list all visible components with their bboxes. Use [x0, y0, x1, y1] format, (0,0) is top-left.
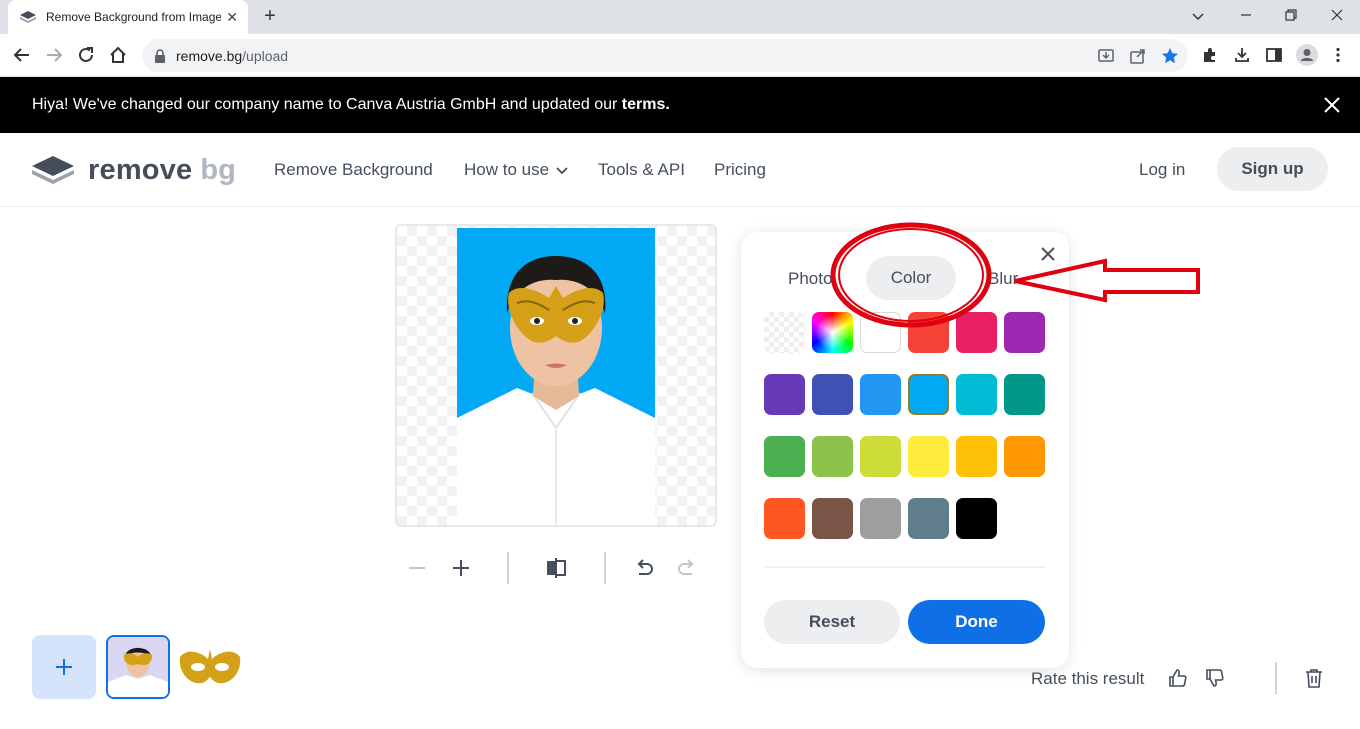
restore-icon[interactable] [1279, 4, 1303, 28]
compare-icon[interactable] [544, 556, 568, 580]
tab-search-icon[interactable] [1186, 4, 1210, 28]
edited-portrait-image [457, 228, 655, 525]
side-panel-icon[interactable] [1265, 46, 1283, 64]
thumbs-down-icon[interactable] [1204, 667, 1226, 689]
color-swatch[interactable] [860, 374, 901, 415]
background-panel: Photo Color Blur Reset Done [741, 232, 1069, 668]
color-swatch[interactable] [764, 436, 805, 477]
browser-tab[interactable]: Remove Background from Image ✕ [8, 0, 248, 34]
color-swatch[interactable] [860, 312, 901, 353]
color-swatch[interactable] [764, 498, 805, 539]
thumbnail-mask[interactable] [178, 635, 242, 699]
color-swatch[interactable] [956, 436, 997, 477]
nav-remove-background[interactable]: Remove Background [274, 160, 433, 180]
new-tab-button[interactable]: + [258, 4, 282, 28]
controls-divider [507, 552, 509, 584]
share-icon[interactable] [1129, 47, 1147, 65]
image-preview [395, 224, 717, 527]
nav-how-to-use[interactable]: How to use [464, 160, 568, 180]
color-swatch[interactable] [812, 436, 853, 477]
color-swatch[interactable] [956, 498, 997, 539]
login-link[interactable]: Log in [1139, 160, 1185, 180]
zoom-in-icon[interactable] [449, 556, 473, 580]
redo-icon[interactable] [675, 556, 699, 580]
color-swatch[interactable] [812, 498, 853, 539]
reload-icon[interactable] [75, 44, 97, 66]
panel-close-icon[interactable] [1038, 244, 1058, 264]
color-swatch[interactable] [956, 374, 997, 415]
notice-banner: Hiya! We've changed our company name to … [0, 77, 1360, 133]
zoom-out-icon[interactable] [405, 556, 429, 580]
url-text: remove.bg/upload [176, 47, 289, 64]
color-swatch[interactable] [908, 436, 949, 477]
nav-tools-api[interactable]: Tools & API [598, 160, 685, 180]
thumbnail-portrait[interactable] [106, 635, 170, 699]
bookmark-star-icon[interactable] [1161, 47, 1179, 65]
removebg-favicon-icon [20, 11, 36, 23]
color-swatch[interactable] [812, 374, 853, 415]
color-swatch[interactable] [908, 374, 949, 415]
banner-message: Hiya! We've changed our company name to … [32, 96, 670, 113]
nav-pricing[interactable]: Pricing [714, 160, 766, 180]
tab-blur[interactable]: Blur [988, 269, 1018, 289]
logo-layers-icon [32, 156, 74, 184]
forward-icon[interactable] [43, 44, 65, 66]
browser-tab-title: Remove Background from Image [46, 10, 221, 24]
swatch-transparent[interactable] [764, 312, 805, 353]
color-swatch[interactable] [860, 436, 901, 477]
color-swatch[interactable] [764, 374, 805, 415]
address-bar[interactable]: remove.bg/upload [142, 39, 1188, 72]
color-swatch[interactable] [860, 498, 901, 539]
color-swatch[interactable] [1004, 312, 1045, 353]
rate-result-label: Rate this result [1031, 669, 1145, 688]
back-icon[interactable] [11, 44, 33, 66]
terms-link[interactable]: terms. [622, 96, 670, 113]
install-app-icon[interactable] [1097, 47, 1115, 65]
color-swatch[interactable] [956, 312, 997, 353]
tab-close-icon[interactable]: ✕ [226, 9, 238, 26]
panel-divider [764, 566, 1046, 568]
browser-toolbar: remove.bg/upload [0, 34, 1360, 77]
removebg-logo[interactable]: remove bg [30, 153, 245, 187]
controls-divider [604, 552, 606, 584]
thumbs-up-icon[interactable] [1167, 667, 1189, 689]
minimize-icon[interactable] [1234, 4, 1258, 28]
undo-icon[interactable] [632, 556, 656, 580]
tab-photo[interactable]: Photo [788, 269, 832, 289]
browser-tab-strip: Remove Background from Image ✕ + [0, 0, 1360, 34]
plus-icon [56, 659, 72, 675]
color-swatch[interactable] [1004, 436, 1045, 477]
color-swatch[interactable] [908, 312, 949, 353]
done-button[interactable]: Done [908, 600, 1045, 644]
profile-avatar-icon[interactable] [1296, 44, 1318, 66]
tab-color[interactable]: Color [866, 256, 956, 300]
menu-kebab-icon[interactable] [1329, 46, 1347, 64]
color-swatch[interactable] [908, 498, 949, 539]
banner-close-icon[interactable] [1322, 95, 1342, 115]
close-window-icon[interactable] [1325, 4, 1349, 28]
color-swatch[interactable] [1004, 374, 1045, 415]
signup-button[interactable]: Sign up [1217, 147, 1328, 191]
footer-divider [1275, 662, 1277, 694]
extensions-icon[interactable] [1201, 46, 1219, 64]
download-icon[interactable] [1233, 46, 1251, 64]
swatch-custom-color[interactable] [812, 312, 853, 353]
add-image-button[interactable] [32, 635, 96, 699]
reset-button[interactable]: Reset [764, 600, 900, 644]
site-header: remove bg Remove Background How to use T… [0, 133, 1360, 207]
trash-icon[interactable] [1303, 667, 1325, 689]
home-icon[interactable] [107, 44, 129, 66]
chevron-down-icon [556, 166, 568, 174]
lock-icon[interactable] [154, 48, 166, 63]
